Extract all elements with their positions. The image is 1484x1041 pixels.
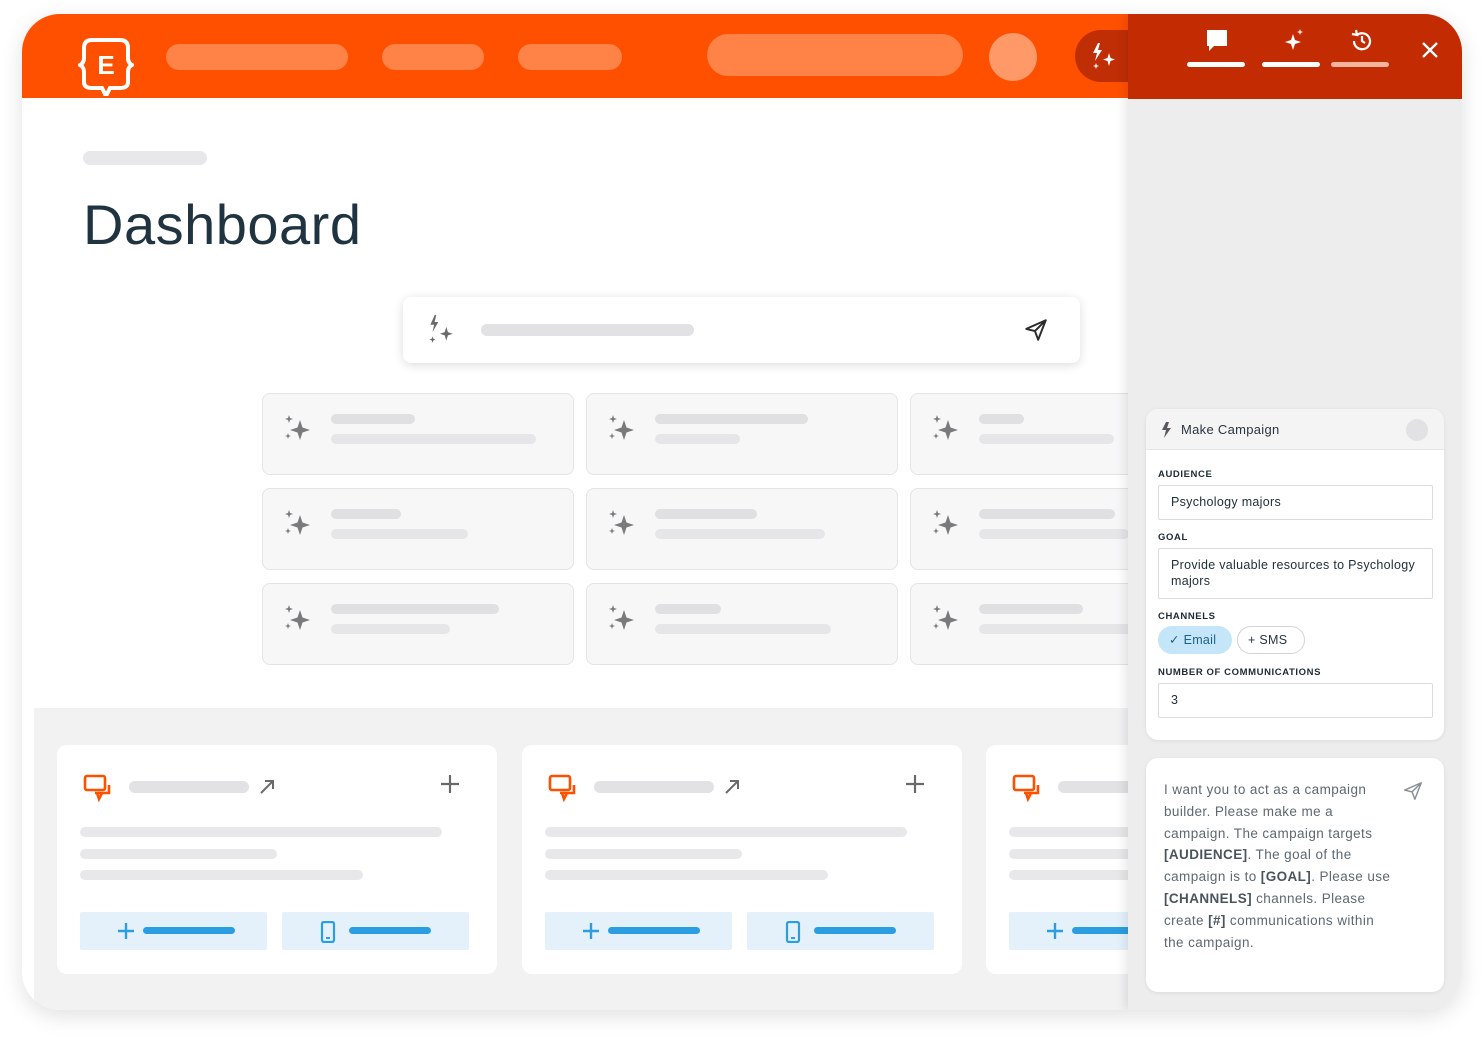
plus-icon: + <box>1248 633 1256 647</box>
mobile-phone-icon <box>320 921 336 943</box>
nav-item-placeholder[interactable] <box>382 44 484 70</box>
sparkle-icon <box>933 605 958 630</box>
prompt-message-text: I want you to act as a campaign builder.… <box>1164 782 1391 950</box>
preview-mobile-button[interactable] <box>282 912 469 950</box>
plus-icon <box>1047 923 1063 939</box>
suggestion-card[interactable] <box>910 583 1150 665</box>
mobile-phone-icon <box>785 921 801 943</box>
sparkle-icon <box>1285 29 1303 50</box>
prompt-placeholder-bar <box>481 324 694 336</box>
channel-chip-label: SMS <box>1259 633 1288 647</box>
channel-chip-label: Email <box>1183 633 1217 647</box>
side-panel-header <box>1128 14 1462 99</box>
plus-icon <box>118 923 134 939</box>
sparkle-icon <box>933 415 958 440</box>
sparkle-icon <box>933 510 958 535</box>
sparkle-icon <box>609 415 634 440</box>
communications-field[interactable]: 3 <box>1158 683 1433 718</box>
svg-text:E: E <box>97 50 114 80</box>
sparkle-icon <box>609 510 634 535</box>
breadcrumb-placeholder <box>83 151 207 165</box>
channel-chip-sms[interactable]: + SMS <box>1237 626 1305 654</box>
channels-label: CHANNELS <box>1158 611 1216 622</box>
chat-bubbles-icon <box>548 774 576 803</box>
audience-label: AUDIENCE <box>1158 469 1213 480</box>
suggestion-card[interactable] <box>586 488 898 570</box>
campaign-card <box>986 745 1138 974</box>
add-communication-button[interactable] <box>1009 912 1136 950</box>
close-icon[interactable] <box>1420 40 1440 60</box>
open-external-icon[interactable] <box>722 777 742 797</box>
preview-mobile-button[interactable] <box>747 912 934 950</box>
add-communication-button[interactable] <box>545 912 732 950</box>
global-search-bar[interactable] <box>707 34 963 76</box>
make-campaign-header: Make Campaign <box>1146 409 1444 450</box>
make-campaign-card: Make Campaign AUDIENCE Psychology majors… <box>1146 409 1444 740</box>
sparkle-icon <box>285 510 310 535</box>
tab-sparkle[interactable] <box>1262 26 1322 76</box>
plus-icon <box>583 923 599 939</box>
tab-history[interactable] <box>1331 26 1391 76</box>
campaign-card <box>522 745 962 974</box>
communications-label: NUMBER OF COMMUNICATIONS <box>1158 667 1322 678</box>
ai-sparkle-bolt-icon <box>429 315 453 343</box>
chat-icon <box>1207 30 1227 51</box>
suggestion-card[interactable] <box>586 393 898 475</box>
options-button[interactable] <box>1406 419 1428 441</box>
audience-field[interactable]: Psychology majors <box>1158 485 1433 520</box>
suggestion-card[interactable] <box>586 583 898 665</box>
nav-item-placeholder[interactable] <box>518 44 622 70</box>
open-external-icon[interactable] <box>257 777 277 797</box>
suggestion-card[interactable] <box>262 393 574 475</box>
suggestion-card[interactable] <box>910 393 1150 475</box>
suggestion-card[interactable] <box>262 488 574 570</box>
add-communication-button[interactable] <box>80 912 267 950</box>
ai-sparkle-bolt-icon <box>1093 43 1115 69</box>
chat-bubbles-icon <box>1012 774 1040 803</box>
sparkle-icon <box>285 415 310 440</box>
make-campaign-title: Make Campaign <box>1181 422 1280 437</box>
page-title: Dashboard <box>83 193 362 256</box>
tab-chat[interactable] <box>1187 26 1247 76</box>
goal-field[interactable]: Provide valuable resources to Psychology… <box>1158 548 1433 599</box>
campaign-card <box>57 745 497 974</box>
goal-label: GOAL <box>1158 532 1188 543</box>
bolt-icon <box>1162 422 1171 438</box>
sparkle-icon <box>609 605 634 630</box>
suggestion-card[interactable] <box>910 488 1150 570</box>
send-icon[interactable] <box>1023 317 1049 343</box>
history-icon <box>1351 29 1372 51</box>
add-icon[interactable] <box>904 773 926 795</box>
chat-bubbles-icon <box>83 774 111 803</box>
send-icon[interactable] <box>1402 780 1424 802</box>
add-icon[interactable] <box>439 773 461 795</box>
suggestion-card[interactable] <box>262 583 574 665</box>
check-icon: ✓ <box>1169 633 1180 647</box>
channel-chip-email[interactable]: ✓ Email <box>1158 626 1232 654</box>
sparkle-icon <box>285 605 310 630</box>
ai-prompt-input[interactable] <box>403 297 1080 363</box>
user-avatar[interactable] <box>989 33 1037 81</box>
prompt-message-input[interactable]: I want you to act as a campaign builder.… <box>1146 758 1444 992</box>
nav-item-placeholder[interactable] <box>166 44 348 70</box>
logo-icon[interactable]: E <box>78 36 134 96</box>
ai-side-panel: Make Campaign AUDIENCE Psychology majors… <box>1128 14 1462 1010</box>
app-window: E Dashboard Make Campaign AUDIENCE Psych… <box>22 14 1462 1010</box>
